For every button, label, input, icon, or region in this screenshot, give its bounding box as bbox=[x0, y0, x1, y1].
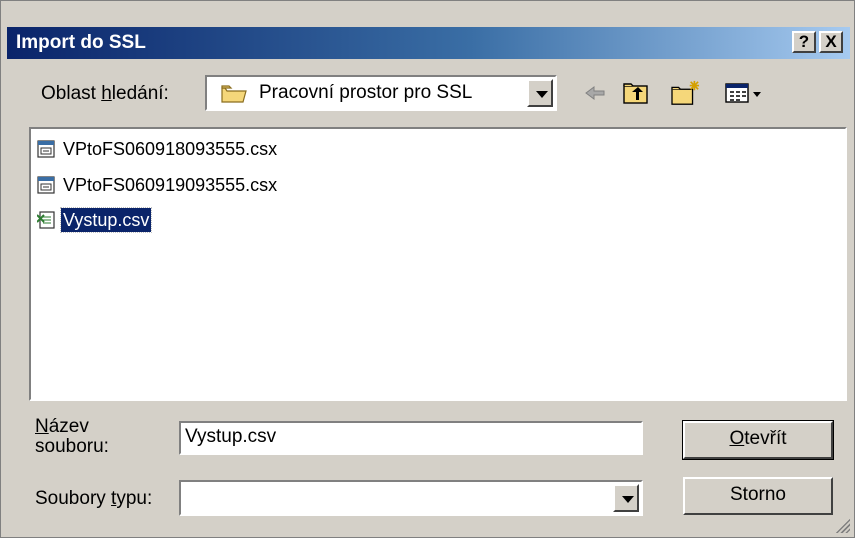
csx-file-icon bbox=[37, 140, 55, 158]
close-button[interactable]: X bbox=[819, 31, 843, 53]
window-title: Import do SSL bbox=[16, 32, 146, 53]
title-bar[interactable]: Import do SSL ? X bbox=[7, 27, 850, 59]
file-name: VPtoFS060919093555.csx bbox=[63, 175, 278, 195]
excel-csv-file-icon bbox=[37, 211, 55, 229]
import-dialog: Import do SSL ? X Oblast hledání: Pracov… bbox=[0, 0, 855, 538]
filename-label: Název souboru: bbox=[35, 416, 109, 457]
csx-file-icon bbox=[37, 176, 55, 194]
filetype-dropdown-arrow[interactable] bbox=[613, 484, 639, 512]
lookin-dropdown[interactable]: Pracovní prostor pro SSL bbox=[205, 75, 557, 111]
file-name: Vystup.csv bbox=[59, 207, 153, 233]
folder-icon bbox=[221, 85, 247, 103]
cancel-button[interactable]: Storno bbox=[683, 477, 833, 515]
lookin-label: Oblast hledání: bbox=[41, 83, 169, 104]
up-folder-icon[interactable] bbox=[621, 79, 651, 107]
filetype-dropdown[interactable] bbox=[179, 480, 643, 516]
lookin-dropdown-arrow[interactable] bbox=[527, 79, 553, 107]
file-name: VPtoFS060918093555.csx bbox=[63, 139, 278, 159]
file-list[interactable]: VPtoFS060918093555.csx VPtoFS06091909355… bbox=[29, 127, 847, 401]
lookin-value: Pracovní prostor pro SSL bbox=[259, 82, 473, 103]
filename-input[interactable]: Vystup.csv bbox=[179, 421, 643, 455]
view-menu-icon[interactable] bbox=[723, 79, 765, 107]
new-folder-icon[interactable] bbox=[669, 79, 703, 107]
open-button[interactable]: Otevřít bbox=[682, 420, 834, 460]
resize-grip[interactable] bbox=[834, 517, 850, 533]
help-button[interactable]: ? bbox=[792, 31, 816, 53]
filetype-label: Soubory typu: bbox=[35, 488, 153, 509]
back-icon[interactable] bbox=[581, 79, 609, 107]
